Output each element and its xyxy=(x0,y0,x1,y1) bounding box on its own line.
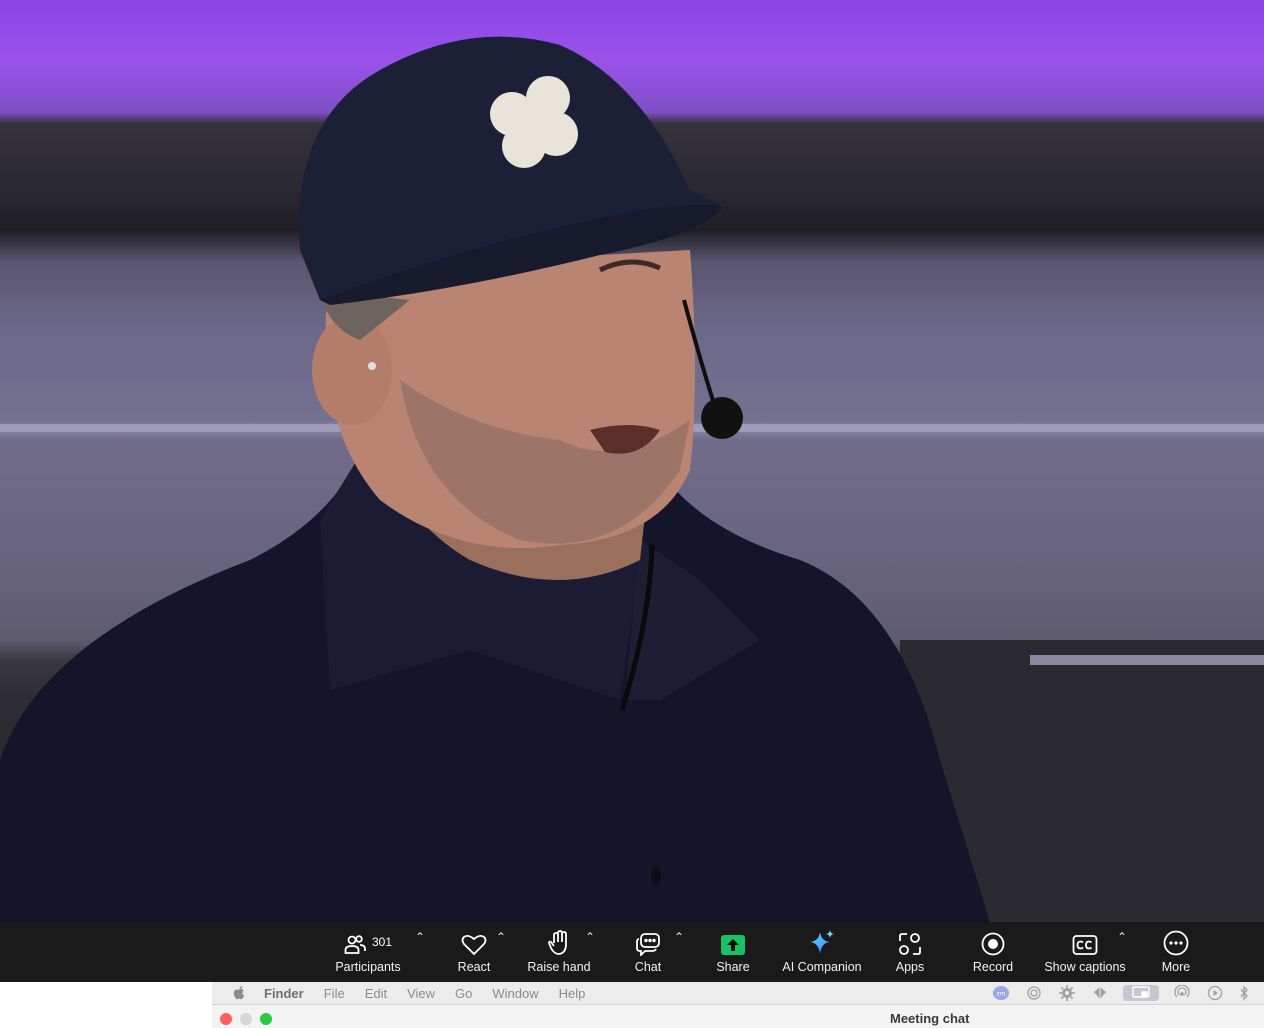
share-button[interactable]: Share xyxy=(712,922,754,982)
participants-button[interactable]: 301 Participants xyxy=(334,922,402,982)
show-captions-button[interactable]: Show captions xyxy=(1042,922,1128,982)
meeting-toolbar: 301 Participants ⌃ React ⌃ Raise hand ⌃ xyxy=(0,922,1264,982)
speaker-video xyxy=(0,36,990,922)
apps-button[interactable]: Apps xyxy=(890,922,930,982)
hand-icon xyxy=(548,930,567,955)
play-status-icon[interactable] xyxy=(1205,985,1225,1001)
window-close-button[interactable] xyxy=(220,1013,232,1025)
record-label: Record xyxy=(972,960,1014,974)
openai-status-icon[interactable] xyxy=(1024,985,1044,1001)
apple-logo-icon[interactable] xyxy=(232,986,246,1000)
menu-go[interactable]: Go xyxy=(455,986,472,1001)
blank-area xyxy=(0,982,212,1028)
react-options-caret[interactable]: ⌃ xyxy=(496,930,506,944)
menu-edit[interactable]: Edit xyxy=(365,986,387,1001)
meeting-chat-window-titlebar: Meeting chat xyxy=(212,1005,1264,1028)
screen-mirroring-icon[interactable] xyxy=(1123,985,1159,1001)
raise-hand-button[interactable]: Raise hand xyxy=(526,922,592,982)
raise-hand-options-caret[interactable]: ⌃ xyxy=(585,930,595,944)
record-button[interactable]: Record xyxy=(970,922,1016,982)
sparkle-icon xyxy=(810,930,834,954)
more-label: More xyxy=(1161,960,1191,974)
chat-label: Chat xyxy=(634,960,662,974)
captions-options-caret[interactable]: ⌃ xyxy=(1117,930,1127,944)
participants-options-caret[interactable]: ⌃ xyxy=(415,930,425,944)
react-label: React xyxy=(457,960,491,974)
ai-companion-label: AI Companion xyxy=(782,960,862,974)
closed-captions-icon xyxy=(1072,935,1098,955)
participants-count: 301 xyxy=(371,935,393,949)
participants-label: Participants xyxy=(335,960,401,974)
airdrop-status-icon[interactable] xyxy=(1172,985,1192,1001)
svg-text:zm: zm xyxy=(997,991,1006,998)
zoom-status-icon[interactable]: zm xyxy=(991,985,1011,1001)
vpn-status-icon[interactable] xyxy=(1090,985,1110,1001)
show-captions-label: Show captions xyxy=(1044,960,1126,974)
share-label: Share xyxy=(716,960,750,974)
raise-hand-label: Raise hand xyxy=(527,960,591,974)
bluetooth-status-icon[interactable] xyxy=(1238,985,1250,1001)
heart-icon xyxy=(461,934,487,956)
apps-icon xyxy=(899,933,921,955)
more-options-icon xyxy=(1163,930,1189,956)
window-zoom-button[interactable] xyxy=(260,1013,272,1025)
record-icon xyxy=(981,932,1005,956)
menu-view[interactable]: View xyxy=(407,986,435,1001)
window-title: Meeting chat xyxy=(890,1011,970,1026)
chat-options-caret[interactable]: ⌃ xyxy=(674,930,684,944)
window-minimize-button[interactable] xyxy=(240,1013,252,1025)
participants-icon xyxy=(344,935,366,954)
menu-help[interactable]: Help xyxy=(559,986,586,1001)
menu-finder[interactable]: Finder xyxy=(264,986,304,1001)
chat-button[interactable]: Chat xyxy=(628,922,668,982)
menu-file[interactable]: File xyxy=(324,986,345,1001)
video-feed xyxy=(0,0,1264,922)
react-button[interactable]: React xyxy=(454,922,494,982)
share-screen-icon xyxy=(721,935,745,955)
apps-label: Apps xyxy=(895,960,925,974)
macos-menu-bar: Finder File Edit View Go Window Help zm xyxy=(212,982,1264,1005)
more-button[interactable]: More xyxy=(1156,922,1196,982)
gear-status-icon[interactable] xyxy=(1057,985,1077,1001)
chat-icon xyxy=(636,933,660,956)
ai-companion-button[interactable]: AI Companion xyxy=(780,922,864,982)
menu-window[interactable]: Window xyxy=(492,986,538,1001)
menu-bar-status-icons: zm xyxy=(991,982,1264,1004)
